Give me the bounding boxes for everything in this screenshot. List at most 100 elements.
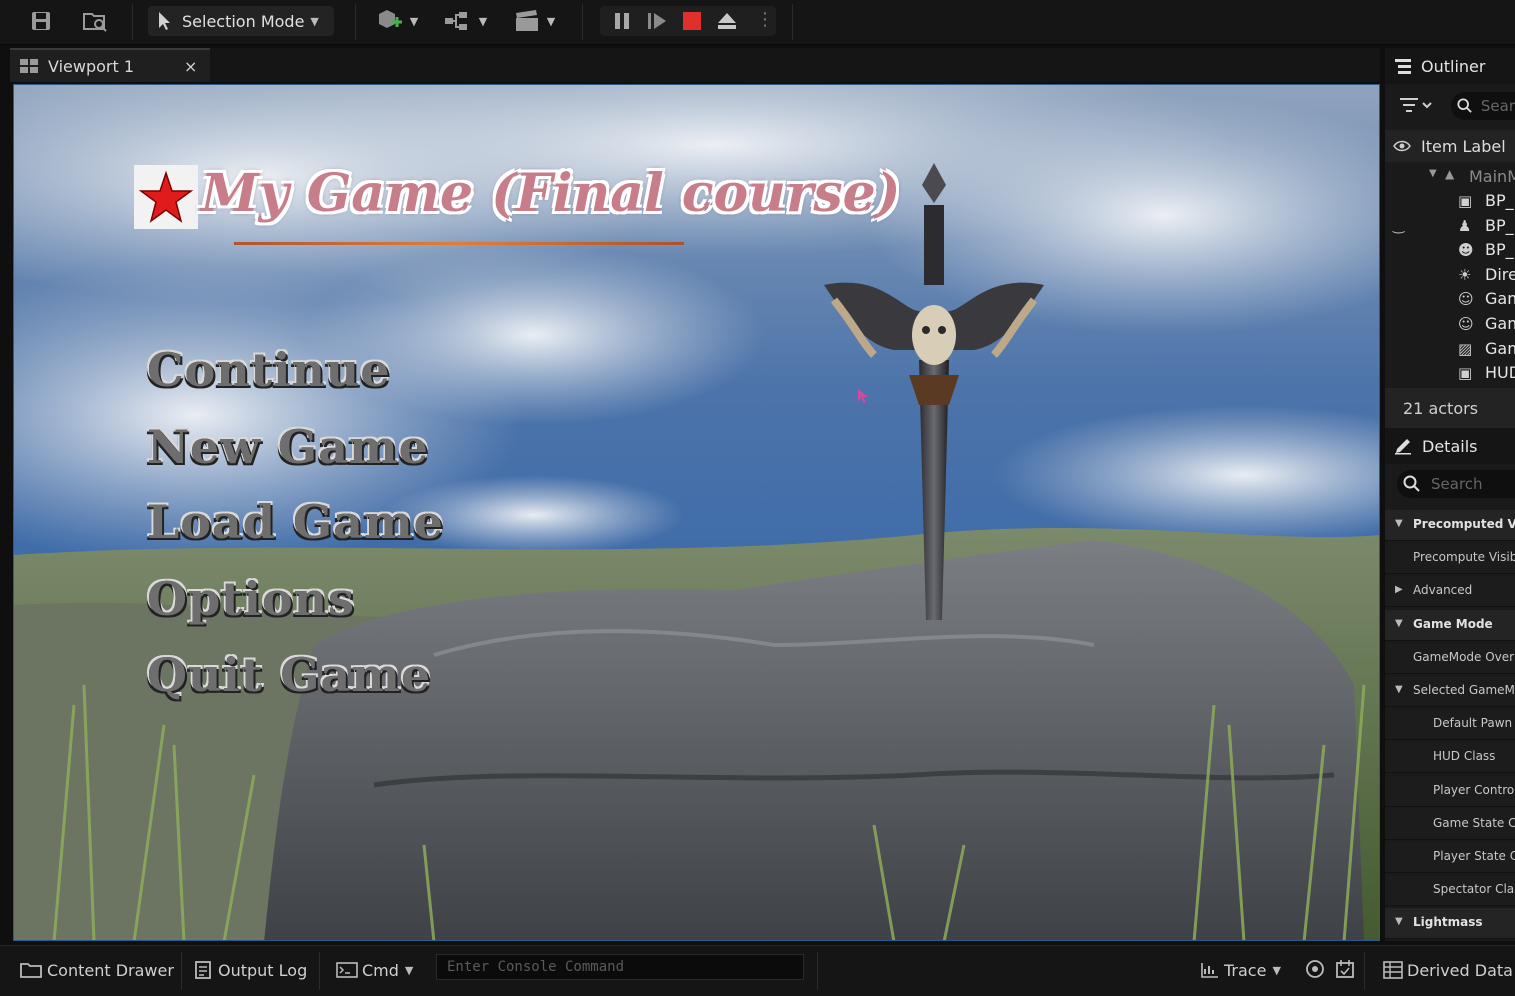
cmd-dropdown[interactable]: Cmd ▼ bbox=[336, 954, 413, 986]
details-category[interactable]: ▼ Selected GameMo bbox=[1385, 676, 1515, 707]
property-label: Spectator Clas bbox=[1433, 882, 1515, 897]
pawn-icon: ☻ bbox=[1458, 241, 1474, 260]
outliner-item-label: Gam bbox=[1485, 314, 1515, 333]
skip-frame-icon[interactable] bbox=[646, 11, 668, 35]
stop-icon[interactable] bbox=[682, 11, 702, 35]
menu-continue[interactable]: Continue bbox=[147, 343, 391, 397]
property-label: GameMode Overr bbox=[1413, 649, 1515, 664]
viewport-icon bbox=[20, 59, 38, 73]
outliner-item[interactable]: ▣ HUD bbox=[1385, 363, 1515, 385]
collapse-arrow-icon[interactable]: ▼ bbox=[1395, 916, 1403, 927]
pause-icon[interactable] bbox=[612, 11, 632, 35]
outliner-item[interactable]: ☺ Gam bbox=[1385, 314, 1515, 336]
cinematics-icon[interactable]: ▼ bbox=[508, 6, 560, 36]
chart-icon: ▨ bbox=[1458, 339, 1473, 358]
category-label: Lightmass bbox=[1413, 915, 1483, 930]
outliner-item[interactable]: ☻ BP_ bbox=[1385, 240, 1515, 262]
tab-viewport-1[interactable]: Viewport 1 × bbox=[10, 48, 210, 82]
more-icon[interactable]: ⋮ bbox=[756, 9, 774, 30]
outliner-item[interactable]: ♟ BP_ bbox=[1385, 216, 1515, 238]
trace-label: Trace bbox=[1224, 960, 1267, 980]
output-log-label: Output Log bbox=[218, 960, 308, 980]
actor-count-bar: 21 actors bbox=[1385, 388, 1515, 428]
outliner-item[interactable]: ▣ BP_ bbox=[1385, 191, 1515, 213]
property-label: Player State C bbox=[1433, 849, 1515, 863]
game-viewport[interactable]: My Game (Final course) Continue New Game… bbox=[13, 84, 1380, 941]
details-property-row[interactable]: Game State Cl bbox=[1385, 808, 1515, 840]
filter-icon[interactable] bbox=[1399, 96, 1433, 120]
tab-label: Viewport 1 bbox=[48, 56, 135, 76]
outliner-root-row[interactable]: ▼ ▲ MainM bbox=[1385, 166, 1515, 186]
derived-data-button[interactable]: Derived Data bbox=[1383, 954, 1513, 986]
outliner-icon bbox=[1395, 59, 1411, 74]
details-header: Details bbox=[1385, 428, 1515, 464]
details-property-row[interactable]: Spectator Clas bbox=[1385, 875, 1515, 907]
outliner-item[interactable]: ▨ Gam bbox=[1385, 339, 1515, 361]
eject-icon[interactable] bbox=[716, 11, 738, 35]
details-property-row[interactable]: Precompute Visib bbox=[1385, 543, 1515, 575]
details-property-row[interactable]: HUD Class bbox=[1385, 742, 1515, 774]
category-label: Advanced bbox=[1413, 583, 1473, 598]
add-actor-icon[interactable]: ▼ bbox=[372, 6, 422, 36]
trace-icon bbox=[1201, 963, 1218, 978]
game-title: My Game (Final course) bbox=[201, 163, 901, 224]
collapse-arrow-icon[interactable]: ▼ bbox=[1395, 518, 1403, 529]
details-property-row[interactable]: Player State C bbox=[1385, 842, 1515, 873]
menu-load-game[interactable]: Load Game bbox=[147, 495, 444, 549]
console-placeholder: Enter Console Command bbox=[447, 959, 625, 975]
close-icon[interactable]: × bbox=[184, 57, 197, 76]
details-category[interactable]: ▼ Game Mode bbox=[1385, 609, 1515, 641]
mouse-cursor-icon bbox=[857, 388, 869, 408]
chevron-down-icon: ▼ bbox=[310, 14, 319, 28]
trace-dropdown[interactable]: Trace ▼ bbox=[1200, 954, 1281, 986]
light-icon: ☀ bbox=[1458, 265, 1472, 284]
status-bar: Content Drawer Output Log Cmd ▼ Enter Co… bbox=[0, 945, 1515, 996]
expand-arrow-icon[interactable]: ▶ bbox=[1395, 584, 1403, 595]
output-log-button[interactable]: Output Log bbox=[194, 954, 307, 986]
main-toolbar: Selection Mode ▼ ▼ ▼ ▼ ⋮ bbox=[0, 0, 1515, 45]
outliner-item-label: Dire bbox=[1485, 264, 1515, 284]
collapse-arrow-icon[interactable]: ▼ bbox=[1395, 618, 1403, 629]
pencil-icon bbox=[1395, 439, 1411, 455]
hud-icon: ▣ bbox=[1458, 364, 1473, 383]
output-log-icon bbox=[195, 961, 211, 979]
details-property-row[interactable]: Default Pawn C bbox=[1385, 709, 1515, 741]
menu-quit-game[interactable]: Quit Game bbox=[147, 648, 431, 702]
details-category[interactable]: ▼ Lightmass bbox=[1385, 908, 1515, 940]
property-label: Default Pawn C bbox=[1433, 716, 1515, 731]
details-category[interactable]: ▶ Advanced bbox=[1385, 576, 1515, 608]
outliner-item-label: BP_ bbox=[1485, 191, 1514, 210]
save-icon[interactable] bbox=[26, 6, 56, 36]
expand-arrow-icon: ▼ bbox=[1429, 168, 1437, 179]
selection-mode-label: Selection Mode bbox=[182, 11, 305, 31]
content-drawer-label: Content Drawer bbox=[47, 960, 174, 980]
content-drawer-button[interactable]: Content Drawer bbox=[20, 954, 174, 986]
property-label: Precompute Visib bbox=[1413, 550, 1515, 565]
outliner-item[interactable]: ☀ Dire bbox=[1385, 265, 1515, 287]
chevron-down-icon: ▼ bbox=[1272, 963, 1281, 977]
details-category[interactable]: ▼ Precomputed Visi bbox=[1385, 510, 1515, 541]
selection-mode-dropdown[interactable]: Selection Mode ▼ bbox=[148, 6, 334, 36]
outliner-item-label: BP_ bbox=[1485, 240, 1514, 260]
play-controls: ⋮ bbox=[600, 6, 776, 36]
blueprint-icon[interactable]: ▼ bbox=[440, 6, 490, 36]
details-search[interactable]: Search bbox=[1397, 470, 1515, 498]
collapse-arrow-icon[interactable]: ▼ bbox=[1395, 684, 1403, 695]
console-command-input[interactable]: Enter Console Command bbox=[436, 954, 804, 980]
outliner-header: Outliner bbox=[1385, 48, 1515, 84]
menu-options[interactable]: Options bbox=[147, 572, 355, 626]
outliner-search-placeholder: Sear bbox=[1480, 97, 1515, 115]
image-icon: ▣ bbox=[1458, 192, 1473, 210]
details-property-row[interactable]: GameMode Overr bbox=[1385, 642, 1515, 674]
details-property-row[interactable]: Player Control bbox=[1385, 775, 1515, 807]
revision-control-icon[interactable] bbox=[1335, 959, 1355, 983]
chevron-down-icon: ▼ bbox=[404, 963, 414, 977]
menu-new-game[interactable]: New Game bbox=[147, 420, 429, 474]
source-control-icon[interactable] bbox=[1305, 959, 1325, 983]
outliner-panel: Outliner Sear Item Label ▼ ▲ MainM ‿ ▣ BP… bbox=[1385, 48, 1515, 433]
outliner-item[interactable]: ☺ Gam bbox=[1385, 289, 1515, 311]
outliner-search[interactable]: Sear bbox=[1451, 92, 1515, 120]
outliner-column-header[interactable]: Item Label bbox=[1385, 130, 1515, 162]
title-underline bbox=[234, 242, 684, 245]
content-browser-icon[interactable] bbox=[80, 6, 110, 36]
